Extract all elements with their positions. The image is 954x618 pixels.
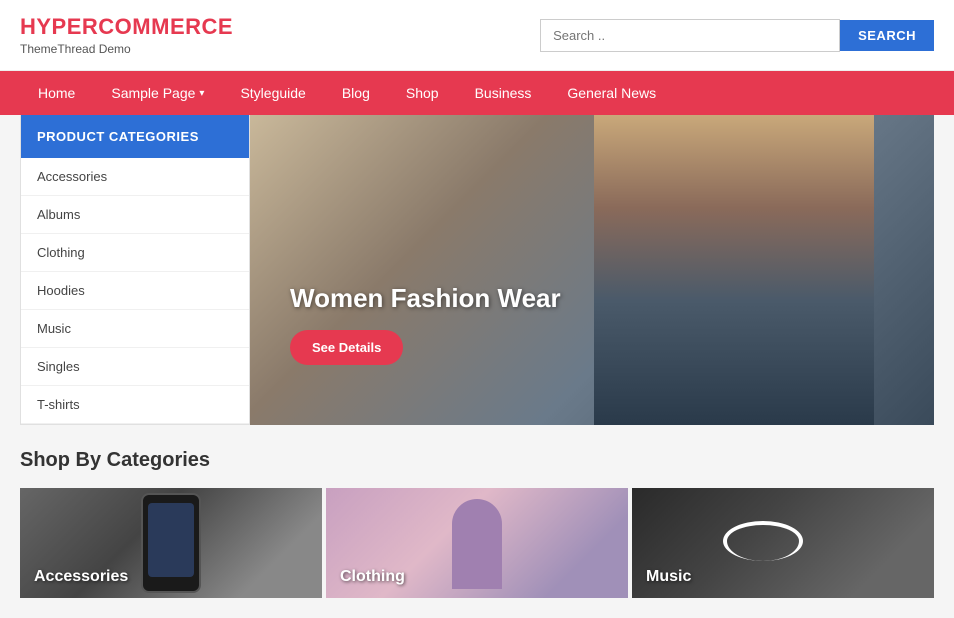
main-section: PRODUCT CATEGORIES Accessories Albums Cl… <box>0 115 954 425</box>
logo-subtitle: ThemeThread Demo <box>20 42 233 56</box>
hero-title: Women Fashion Wear <box>290 283 561 314</box>
nav-item-business[interactable]: Business <box>457 71 550 115</box>
person-icon <box>452 499 502 589</box>
sidebar-item-accessories[interactable]: Accessories <box>21 158 249 196</box>
nav-item-blog[interactable]: Blog <box>324 71 388 115</box>
sidebar-item-hoodies[interactable]: Hoodies <box>21 272 249 310</box>
search-input[interactable] <box>540 19 840 52</box>
nav-item-home[interactable]: Home <box>20 71 93 115</box>
nav-item-general-news[interactable]: General News <box>549 71 674 115</box>
phone-icon <box>141 493 201 593</box>
hero-banner: Women Fashion Wear See Details <box>250 115 934 425</box>
content-wrapper: PRODUCT CATEGORIES Accessories Albums Cl… <box>0 115 954 618</box>
nav-item-styleguide[interactable]: Styleguide <box>222 71 323 115</box>
hero-figure-body <box>594 115 874 425</box>
sidebar-item-tshirts[interactable]: T-shirts <box>21 386 249 424</box>
category-card-accessories[interactable]: Accessories <box>20 488 322 598</box>
category-card-clothing[interactable]: Clothing <box>326 488 628 598</box>
sidebar-item-albums[interactable]: Albums <box>21 196 249 234</box>
sidebar-item-clothing[interactable]: Clothing <box>21 234 249 272</box>
search-button[interactable]: SEARCH <box>840 20 934 51</box>
logo-title[interactable]: HYPERCOMMERCE <box>20 14 233 40</box>
category-label-music: Music <box>646 568 691 586</box>
sidebar-item-singles[interactable]: Singles <box>21 348 249 386</box>
main-nav: Home Sample Page ▾ Styleguide Blog Shop … <box>0 71 954 115</box>
search-area: SEARCH <box>540 19 934 52</box>
product-categories-sidebar: PRODUCT CATEGORIES Accessories Albums Cl… <box>20 115 250 425</box>
header: HYPERCOMMERCE ThemeThread Demo SEARCH <box>0 0 954 71</box>
category-label-clothing: Clothing <box>340 568 405 586</box>
shop-by-categories-section: Shop By Categories Accessories Clothing <box>0 425 954 598</box>
phone-screen <box>148 503 194 577</box>
shop-section-title: Shop By Categories <box>20 449 934 472</box>
chevron-down-icon: ▾ <box>199 88 204 99</box>
earphone-icon <box>723 521 803 561</box>
category-card-music[interactable]: Music <box>632 488 934 598</box>
sidebar-item-music[interactable]: Music <box>21 310 249 348</box>
nav-item-sample-page[interactable]: Sample Page ▾ <box>93 71 222 115</box>
hero-content: Women Fashion Wear See Details <box>290 283 561 365</box>
nav-item-shop[interactable]: Shop <box>388 71 457 115</box>
hero-see-details-button[interactable]: See Details <box>290 330 403 365</box>
sidebar-header: PRODUCT CATEGORIES <box>21 115 249 158</box>
logo-area: HYPERCOMMERCE ThemeThread Demo <box>20 14 233 56</box>
category-label-accessories: Accessories <box>34 568 128 586</box>
categories-grid: Accessories Clothing Music <box>20 488 934 598</box>
